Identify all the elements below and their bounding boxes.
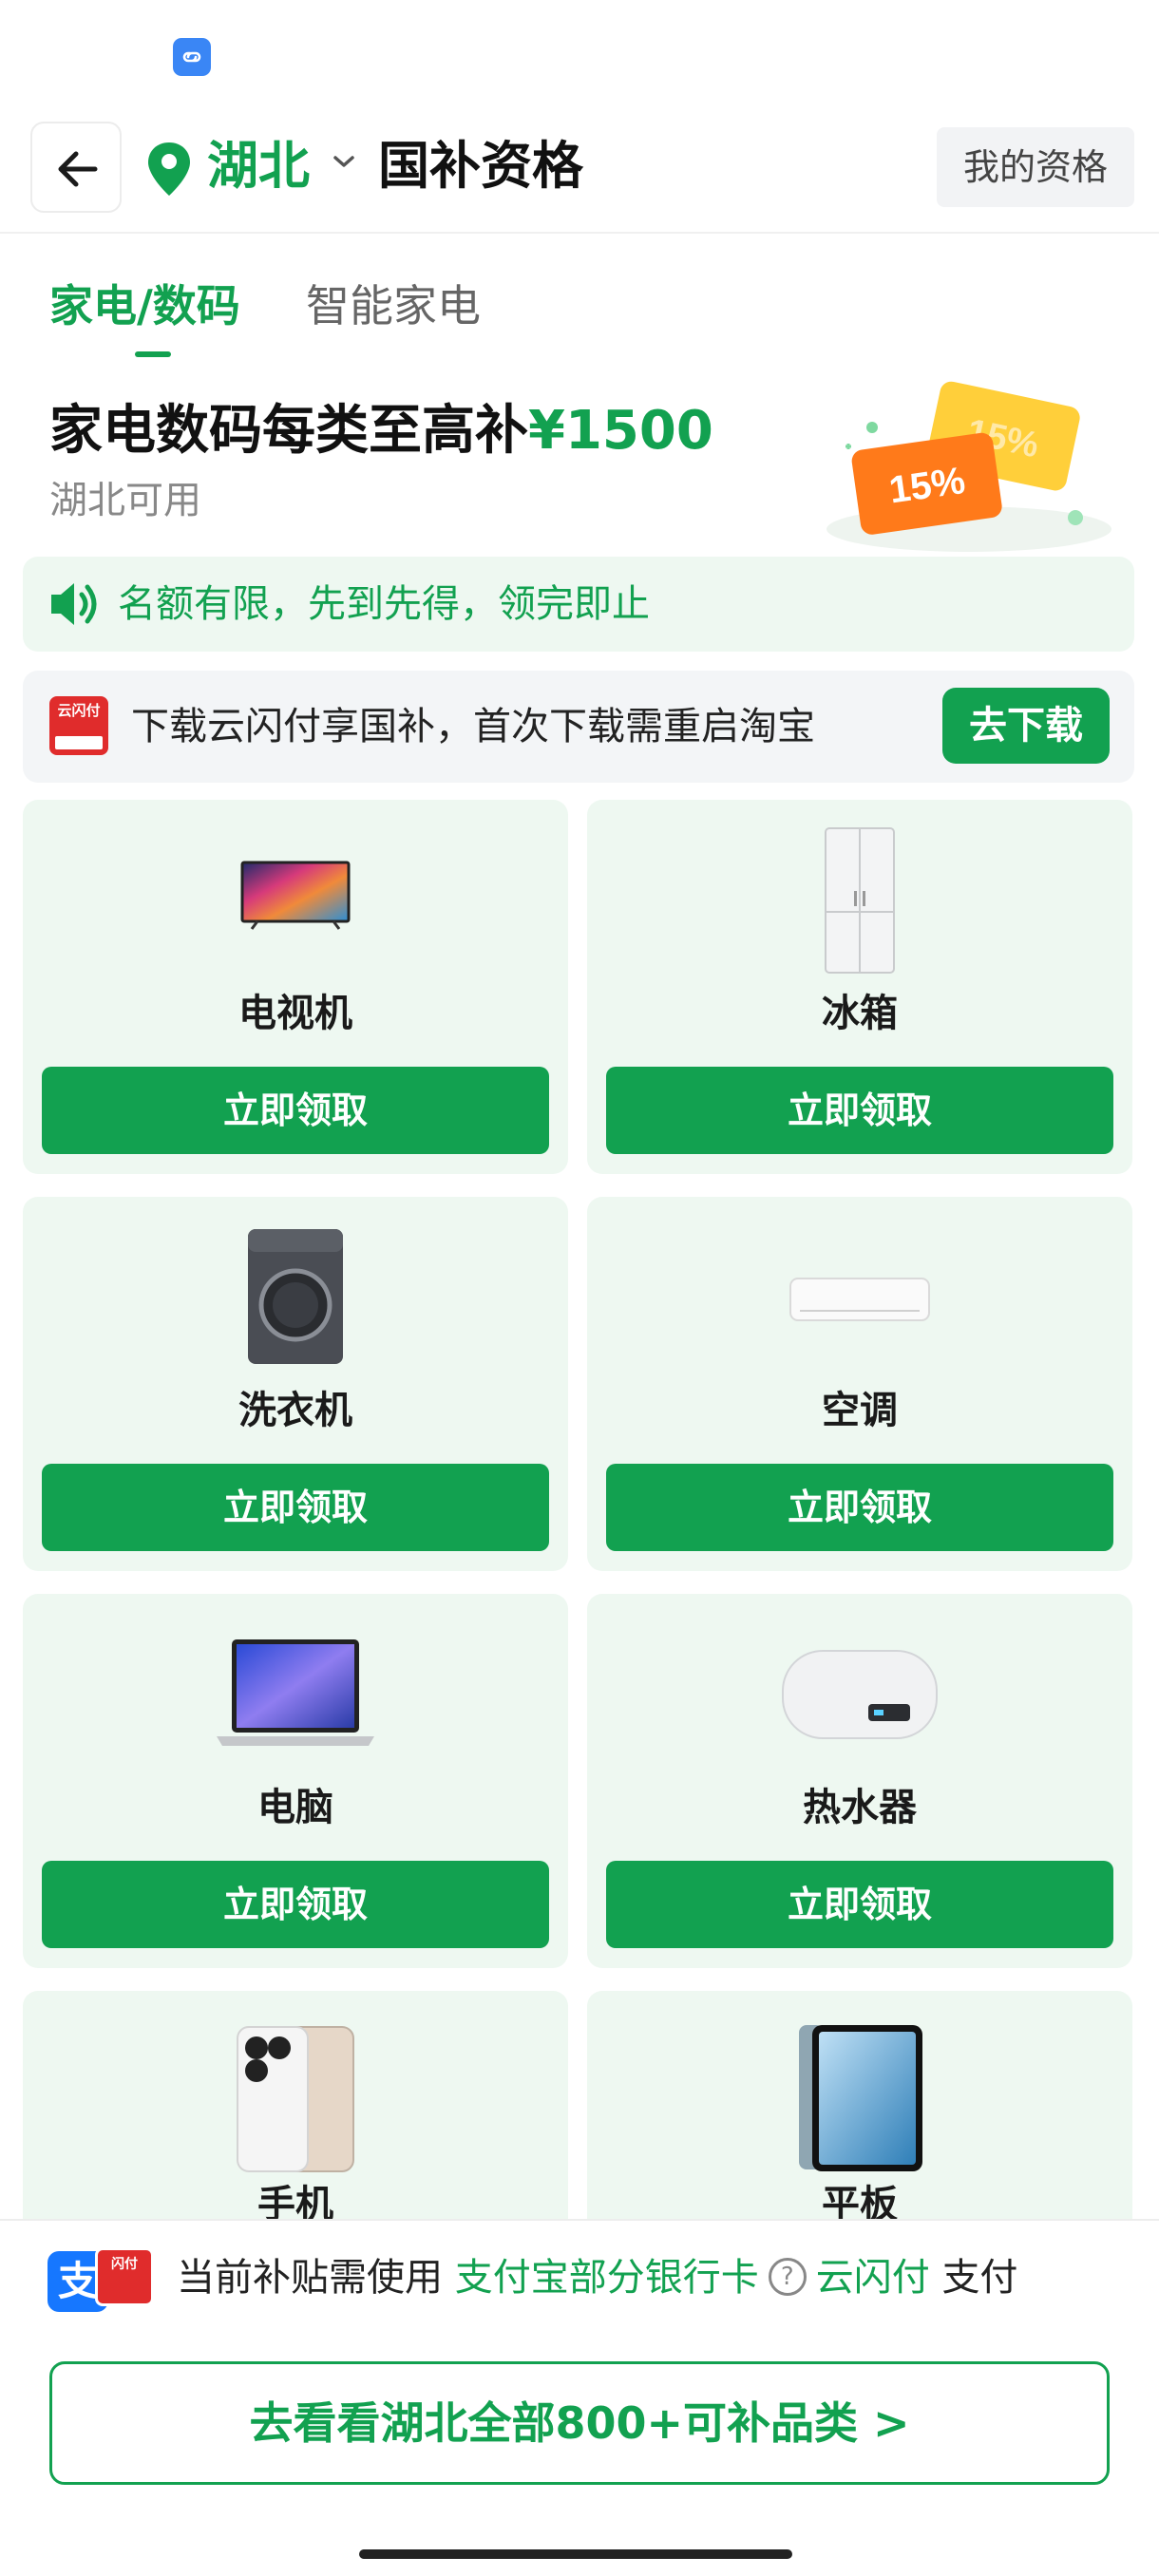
tab-smart-appliances[interactable]: 智能家电: [306, 277, 481, 334]
coupon-illustration: 15% 15%: [826, 381, 1112, 552]
speaker-icon: [51, 583, 97, 625]
tab-appliances-digital[interactable]: 家电/数码: [49, 277, 240, 334]
pay-prefix: 当前补贴需使用: [177, 2256, 443, 2300]
promo-amount: ¥1500: [528, 400, 713, 462]
download-banner: 云闪付 下载云闪付享国补，首次下载需重启淘宝 去下载: [23, 671, 1134, 783]
payment-footer: 支 闪付 当前补贴需使用 支付宝部分银行卡? 云闪付 支付 去看看湖北全部800+…: [0, 2219, 1159, 2576]
water-heater-icon: [782, 1650, 938, 1739]
claim-button[interactable]: 立即领取: [606, 1067, 1113, 1154]
claim-button[interactable]: 立即领取: [606, 1861, 1113, 1948]
tablet-icon: [799, 2025, 922, 2171]
location-pin-icon: [148, 142, 190, 196]
claim-button[interactable]: 立即领取: [42, 1464, 549, 1551]
alipay-bank-card-link[interactable]: 支付宝部分银行卡: [455, 2256, 759, 2300]
washing-machine-icon: [248, 1229, 343, 1364]
notice-text: 名额有限，先到先得，领完即止: [118, 582, 650, 626]
product-card[interactable]: 电视机 立即领取: [23, 800, 568, 1174]
claim-button[interactable]: 立即领取: [42, 1067, 549, 1154]
product-card[interactable]: 冰箱 立即领取: [587, 800, 1132, 1174]
unionpay-icon-label: 云闪付: [57, 702, 101, 719]
pay-suffix: 支付: [941, 2256, 1018, 2300]
product-card[interactable]: 热水器 立即领取: [587, 1594, 1132, 1968]
arrow-left-icon: [58, 151, 98, 187]
payment-icons: 支 闪付: [48, 2247, 160, 2314]
product-name: 电脑: [257, 1786, 333, 1829]
product-card[interactable]: 电脑 立即领取: [23, 1594, 568, 1968]
product-card[interactable]: 洗衣机 立即领取: [23, 1197, 568, 1571]
chevron-down-icon[interactable]: [331, 152, 357, 171]
product-name: 冰箱: [822, 992, 898, 1035]
status-bar: [0, 0, 1159, 104]
air-conditioner-icon: [789, 1278, 930, 1321]
payment-requirement: 当前补贴需使用 支付宝部分银行卡? 云闪付 支付: [177, 2249, 1017, 2306]
quota-notice: 名额有限，先到先得，领完即止: [23, 557, 1134, 652]
product-name: 空调: [822, 1389, 898, 1432]
download-button[interactable]: 去下载: [942, 688, 1110, 764]
unionpay-link[interactable]: 云闪付: [816, 2256, 930, 2300]
help-icon[interactable]: ?: [768, 2258, 807, 2296]
link-app-icon: [173, 38, 211, 76]
phone-icon: [237, 2026, 354, 2172]
product-card[interactable]: 空调 立即领取: [587, 1197, 1132, 1571]
product-name: 洗衣机: [238, 1389, 352, 1432]
active-tab-indicator: [135, 351, 171, 357]
promo-title: 家电数码每类至高补¥1500: [49, 397, 713, 465]
fridge-icon: [825, 827, 895, 974]
product-name: 电视机: [238, 992, 352, 1035]
promo-title-text: 家电数码每类至高补: [49, 400, 528, 462]
claim-button[interactable]: 立即领取: [606, 1464, 1113, 1551]
see-all-categories-button[interactable]: 去看看湖北全部800+可补品类 >: [49, 2361, 1110, 2485]
my-qualification-button[interactable]: 我的资格: [937, 127, 1134, 207]
unionpay-app-icon: 云闪付: [49, 696, 108, 755]
product-name: 热水器: [803, 1786, 917, 1829]
unionpay-mini-icon: 闪付: [95, 2247, 154, 2306]
home-indicator[interactable]: [359, 2549, 792, 2559]
region-selector[interactable]: 湖北: [207, 133, 310, 199]
laptop-icon: [217, 1639, 374, 1746]
tv-icon: [240, 861, 351, 930]
header: 湖北 国补资格 我的资格: [0, 112, 1159, 234]
page-title: 国补资格: [378, 136, 583, 196]
download-text: 下载云闪付享国补，首次下载需重启淘宝: [131, 705, 815, 748]
claim-button[interactable]: 立即领取: [42, 1861, 549, 1948]
promo-subtitle: 湖北可用: [49, 479, 201, 522]
back-button[interactable]: [30, 122, 122, 213]
